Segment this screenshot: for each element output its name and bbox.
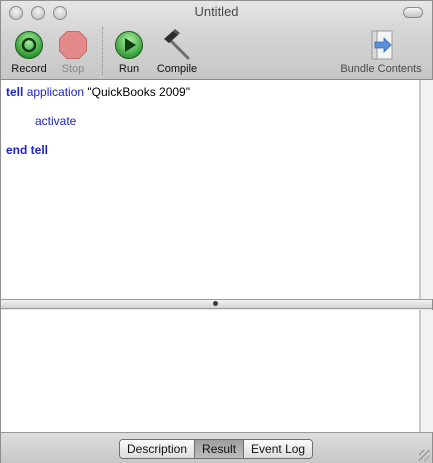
run-button[interactable]: Run bbox=[113, 29, 145, 75]
editor-scrollbar[interactable] bbox=[420, 80, 433, 299]
record-label: Record bbox=[11, 63, 47, 75]
record-icon bbox=[9, 29, 49, 61]
stop-icon bbox=[57, 29, 89, 61]
bundle-contents-button[interactable]: Bundle Contents bbox=[335, 29, 427, 75]
pane-splitter[interactable] bbox=[1, 299, 432, 309]
script-editor[interactable]: tell application "QuickBooks 2009" activ… bbox=[1, 80, 420, 299]
window-title: Untitled bbox=[194, 4, 239, 19]
stop-button[interactable]: Stop bbox=[57, 29, 89, 75]
splitter-handle-icon bbox=[213, 301, 218, 306]
bundle-contents-icon bbox=[335, 29, 427, 61]
code-line-2: activate bbox=[35, 114, 77, 128]
result-pane[interactable] bbox=[1, 310, 420, 432]
record-button[interactable]: Record bbox=[9, 29, 49, 75]
code-line-3: end tell bbox=[6, 143, 49, 157]
run-label: Run bbox=[118, 63, 140, 75]
script-editor-window: Untitled Record Stop Run Compile Bundle … bbox=[0, 0, 433, 463]
resize-grip-icon[interactable] bbox=[419, 450, 430, 461]
string-literal: "QuickBooks 2009" bbox=[87, 85, 190, 99]
compile-button[interactable]: Compile bbox=[151, 29, 203, 75]
tab-result[interactable]: Result bbox=[195, 440, 245, 458]
compile-label: Compile bbox=[156, 63, 198, 75]
tab-description[interactable]: Description bbox=[120, 440, 196, 458]
tab-event-log[interactable]: Event Log bbox=[244, 440, 313, 458]
bottom-bar: Description Result Event Log bbox=[1, 432, 432, 463]
window-toolbar: Untitled Record Stop Run Compile Bundle … bbox=[1, 1, 432, 80]
code-line-1: tell application "QuickBooks 2009" bbox=[6, 85, 190, 99]
stop-label: Stop bbox=[61, 63, 85, 75]
toolbar-separator bbox=[102, 27, 104, 75]
toolbar-toggle-button[interactable] bbox=[403, 7, 423, 18]
run-icon bbox=[113, 29, 145, 61]
bundle-contents-label: Bundle Contents bbox=[340, 63, 422, 75]
keyword-tell: tell bbox=[6, 85, 24, 99]
result-scrollbar[interactable] bbox=[420, 310, 433, 432]
keyword-application: application bbox=[26, 85, 85, 99]
result-tabs: Description Result Event Log bbox=[119, 439, 314, 459]
hammer-icon bbox=[151, 29, 203, 61]
